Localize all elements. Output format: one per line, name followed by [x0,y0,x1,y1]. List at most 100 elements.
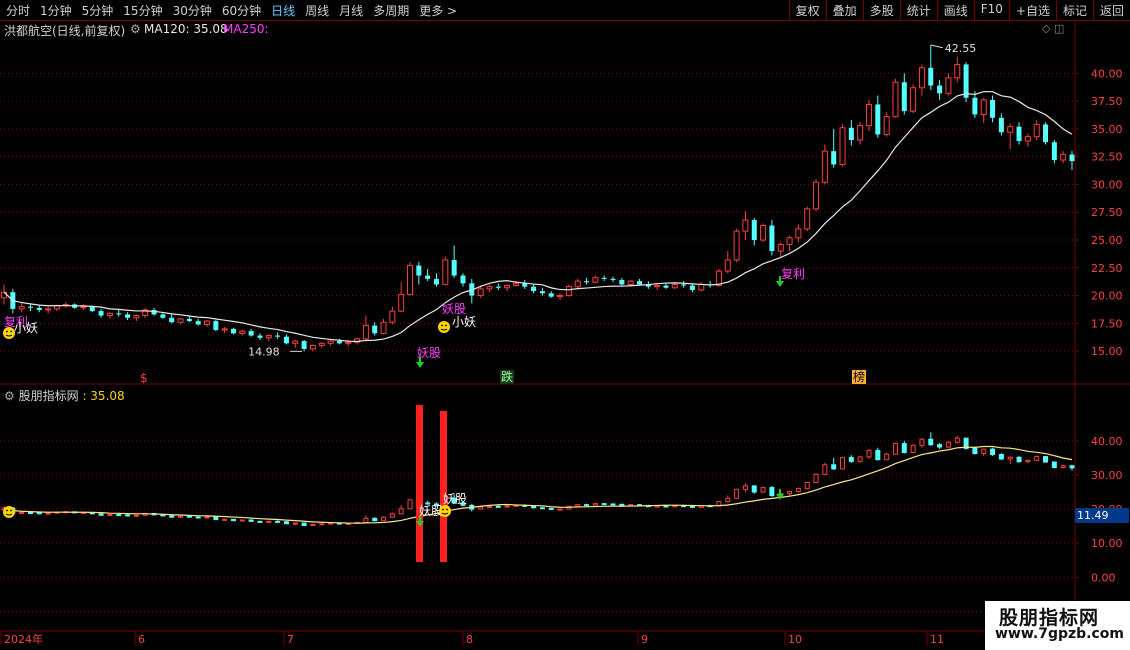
sub-signal-bar-1 [416,405,423,562]
sub-candle [116,514,122,517]
window-controls[interactable]: ◇ ◫ [1042,22,1064,35]
sub-candle [592,503,598,506]
sub-candle [1043,456,1049,463]
sub-candle [1051,461,1057,468]
sub-candle [133,514,139,517]
candle-up [804,208,811,230]
candle-down [372,325,378,334]
candle-down [663,285,669,288]
label-xiaoyao-1: 小妖 [452,315,476,329]
period-tab-6[interactable]: 日线 [271,2,295,19]
candle-up [857,125,864,141]
sub-candle [222,518,228,521]
toolbar-button-1[interactable]: 叠加 [825,0,863,20]
candle-up [865,103,872,127]
ma250-value: MA250: [223,22,269,36]
candle-up [777,243,784,252]
sub-candle [539,507,545,510]
main-axis-label: 30.00 [1091,178,1123,191]
sub-candle [292,522,298,525]
sub-axis-label: 0.00 [1091,571,1116,584]
candle-up [813,181,820,210]
toolbar-button-3[interactable]: 统计 [899,0,937,20]
candle-down [301,341,307,349]
sub-candle [381,516,387,522]
candle-up [265,335,272,339]
sub-candle [230,518,236,522]
toolbar-button-4[interactable]: 画线 [936,0,974,20]
period-tab-2[interactable]: 5分钟 [82,2,114,19]
main-axis-label: 32.50 [1091,151,1123,164]
main-info-bar: 洪都航空(日线,前复权) ⚙ MA120: 35.08 MA250: [0,21,1075,39]
sub-candle [19,512,25,514]
toolbar-button-2[interactable]: 多股 [862,0,900,20]
period-tab-4[interactable]: 30分钟 [173,2,212,19]
toolbar-button-5[interactable]: F10 [973,0,1009,20]
candle-up [477,288,484,297]
candle-down [451,260,457,276]
stock-title[interactable]: 洪都航空(日线,前复权) [4,22,125,39]
candle-up [486,286,493,290]
toolbar-button-6[interactable]: +自选 [1008,0,1056,20]
sub-candle [398,508,404,515]
period-tab-0[interactable]: 分时 [6,2,30,19]
sub-candle [1025,459,1031,463]
toolbar-button-0[interactable]: 复权 [788,0,826,20]
sub-candle [486,505,492,508]
period-tab-3[interactable]: 15分钟 [123,2,162,19]
sub-candle [910,444,916,454]
sub-candle [248,519,254,522]
candle-up [698,283,705,291]
period-tab-8[interactable]: 月线 [339,2,363,19]
candle-down [937,85,943,94]
sub-candle [945,441,951,448]
sub-candle [689,505,695,508]
candle-down [928,67,934,86]
toolbar-button-7[interactable]: 标记 [1055,0,1093,20]
candle-up [839,127,846,165]
gear-icon[interactable]: ⚙ [130,22,141,36]
candle-up [239,330,246,334]
candle-up [106,312,113,317]
candle-down [416,265,422,276]
sub-price-badge: 11.49 [1075,508,1129,523]
high-pointer [930,44,943,49]
smiley-icon-eye [6,509,8,512]
candle-up [733,230,740,261]
candle-down [963,64,969,98]
candle-down [433,278,439,285]
candle-down [213,321,219,330]
period-tab-7[interactable]: 周线 [305,2,329,19]
watermark-url: www.7gpzb.com [995,626,1125,642]
sub-candle [760,487,766,493]
period-tab-5[interactable]: 60分钟 [222,2,261,19]
candle-down [125,314,131,318]
sub-candle [751,485,757,493]
candle-down [1016,126,1022,142]
candle-down [27,306,33,308]
candle-up [565,286,572,297]
candle-down [990,100,996,118]
period-tab-10[interactable]: 更多 > [419,2,457,19]
sub-candle [998,454,1004,460]
candle-down [539,291,545,294]
period-tab-9[interactable]: 多周期 [373,2,409,19]
sub-candle [840,457,846,470]
sub-gear-icon[interactable]: ⚙ [4,389,15,403]
mark-bang: 榜 [853,369,865,384]
pin-icon[interactable]: ◫ [1054,22,1064,35]
toolbar-button-8[interactable]: 返回 [1092,0,1130,20]
period-tab-1[interactable]: 1分钟 [40,2,72,19]
candle-up [592,277,599,283]
diamond-icon[interactable]: ◇ [1042,22,1050,35]
sub-candle [866,449,872,458]
candle-up [654,285,661,288]
sub-candle [954,437,960,443]
kline-chart[interactable]: 40.00 37.50 35.00 32.50 30.00 27.50 25.00 22.50… [0,0,1130,650]
sub-candle [734,488,740,499]
candle-down [998,117,1004,133]
sub-indicator-name[interactable]: 股朋指标网 [19,389,79,403]
sub-candle [98,513,104,516]
sub-candle [804,482,810,490]
candle-up [318,342,325,347]
